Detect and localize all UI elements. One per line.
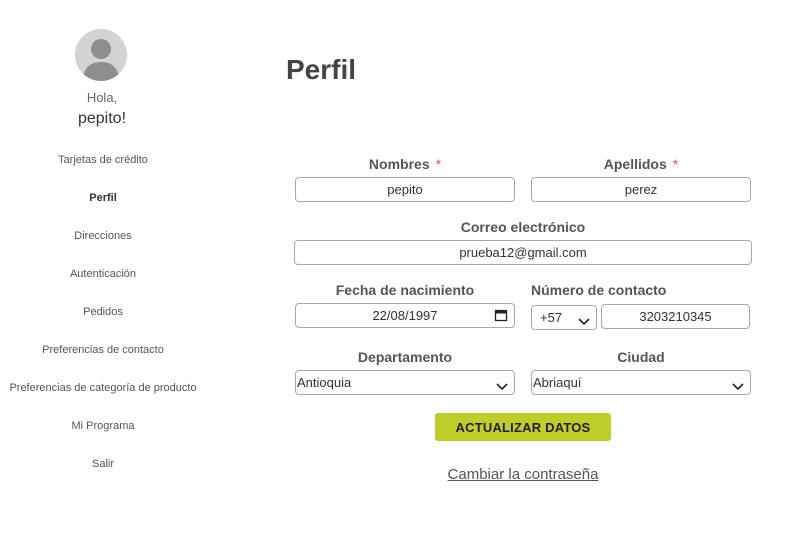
sidebar-item-mi-programa[interactable]: Mi Programa bbox=[0, 420, 206, 432]
fecha-label: Fecha de nacimiento bbox=[335, 282, 475, 298]
correo-label: Correo electrónico bbox=[460, 219, 586, 235]
chevron-down-icon bbox=[496, 379, 508, 394]
user-name: pepito! bbox=[77, 110, 127, 127]
email-field[interactable] bbox=[294, 240, 752, 265]
phone-field[interactable] bbox=[601, 304, 750, 329]
departamento-select[interactable]: Antioquia bbox=[295, 370, 515, 395]
country-code-select[interactable]: +57 bbox=[531, 305, 597, 330]
ciudad-label: Ciudad bbox=[617, 349, 665, 365]
chevron-down-icon bbox=[578, 314, 590, 329]
apellidos-required-mark: * bbox=[672, 156, 679, 172]
apellidos-label-text: Apellidos bbox=[603, 156, 667, 172]
birthdate-value: 22/08/1997 bbox=[372, 308, 438, 323]
sidebar-item-tarjetas[interactable]: Tarjetas de crédito bbox=[0, 154, 206, 166]
calendar-icon[interactable] bbox=[494, 308, 508, 325]
departamento-label: Departamento bbox=[357, 349, 453, 365]
nombres-label: Nombres * bbox=[295, 156, 515, 172]
user-avatar-icon bbox=[75, 29, 127, 81]
chevron-down-icon bbox=[732, 379, 744, 394]
change-password-link[interactable]: Cambiar la contraseña bbox=[0, 466, 804, 483]
sidebar-item-preferencias-categoria[interactable]: Preferencias de categoría de producto bbox=[0, 382, 206, 394]
sidebar-item-preferencias-contacto[interactable]: Preferencias de contacto bbox=[0, 344, 206, 356]
sidebar: Hola, pepito! Tarjetas de crédito Perfil… bbox=[0, 0, 206, 540]
country-code-value: +57 bbox=[540, 310, 563, 325]
birthdate-field[interactable]: 22/08/1997 bbox=[295, 303, 515, 328]
ciudad-value: Abriaquí bbox=[533, 375, 582, 390]
ciudad-select[interactable]: Abriaquí bbox=[531, 370, 751, 395]
sidebar-item-pedidos[interactable]: Pedidos bbox=[0, 306, 206, 318]
nombres-field[interactable] bbox=[295, 177, 515, 202]
sidebar-item-autenticacion[interactable]: Autenticación bbox=[0, 268, 206, 280]
apellidos-label: Apellidos * bbox=[531, 156, 751, 172]
greeting-text: Hola, bbox=[86, 90, 118, 105]
page-title: Perfil bbox=[286, 54, 357, 85]
nombres-label-text: Nombres bbox=[368, 156, 430, 172]
departamento-value: Antioquia bbox=[297, 375, 352, 390]
nombres-required-mark: * bbox=[435, 156, 442, 172]
contacto-label: Número de contacto bbox=[531, 282, 667, 298]
sidebar-item-direcciones[interactable]: Direcciones bbox=[0, 230, 206, 242]
sidebar-item-perfil[interactable]: Perfil bbox=[0, 192, 206, 204]
update-data-button[interactable]: ACTUALIZAR DATOS bbox=[435, 413, 611, 441]
apellidos-field[interactable] bbox=[531, 177, 751, 202]
